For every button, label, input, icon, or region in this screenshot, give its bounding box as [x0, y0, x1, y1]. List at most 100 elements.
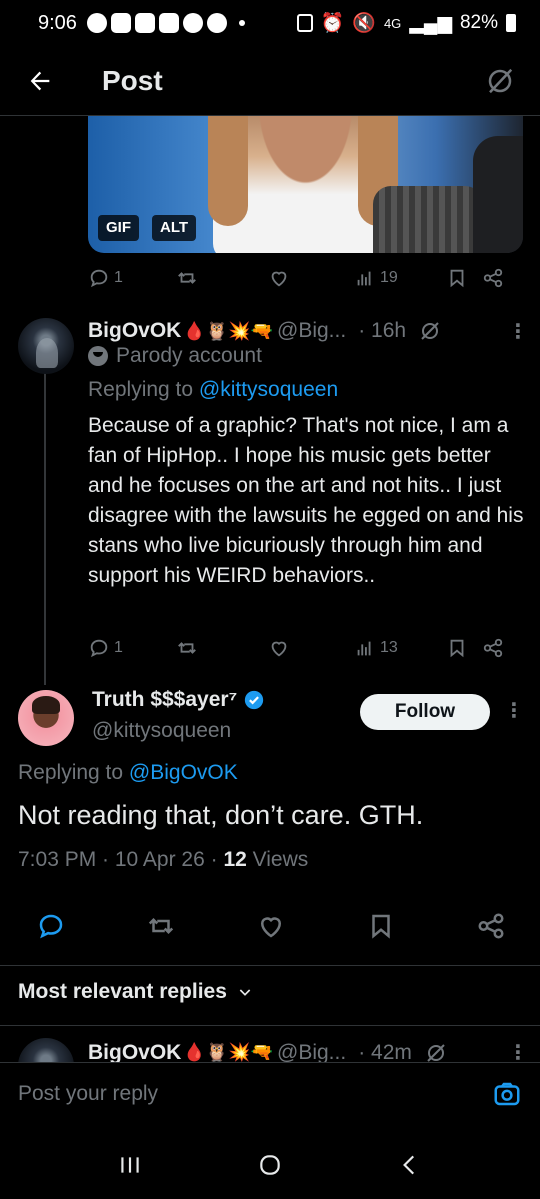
mention-link[interactable]: @BigOvOK: [129, 761, 238, 784]
mention-link[interactable]: @kittysoqueen: [199, 378, 338, 401]
alarm-icon: ⏰: [320, 13, 345, 34]
sort-replies-button[interactable]: Most relevant replies: [18, 980, 253, 1004]
next-reply-header: BigOvOK 🩸🦉💥🔫 @Big... · 42m ⋮: [88, 1040, 528, 1063]
heart-icon[interactable]: [256, 911, 286, 941]
media-hair: [208, 116, 248, 226]
grok-icon: [488, 68, 513, 93]
views-button[interactable]: 13: [354, 637, 446, 659]
back-nav-button[interactable]: [390, 1145, 430, 1185]
discord-icon: [110, 13, 131, 33]
post-timestamp[interactable]: 7:03 PM · 10 Apr 26 ·: [18, 848, 223, 871]
reply-button[interactable]: 1: [88, 267, 176, 289]
more-options-icon[interactable]: ⋮: [508, 1040, 528, 1062]
reply-text: Because of a graphic? That's not nice, I…: [88, 414, 524, 587]
repost-button[interactable]: [176, 267, 268, 289]
sort-replies-label: Most relevant replies: [18, 980, 227, 1003]
reply-icon: [90, 269, 108, 288]
network-label: 4G: [383, 15, 402, 31]
bookmark-button[interactable]: [446, 267, 482, 289]
more-notifications-dot: [238, 20, 245, 26]
reply-actions: 1 13: [88, 633, 518, 663]
chevron-down-icon: [239, 989, 251, 996]
bookmark-icon[interactable]: [366, 911, 396, 941]
author-name[interactable]: BigOvOK: [88, 1041, 181, 1063]
signal-icon: ▂▄▆: [409, 12, 452, 34]
more-options-icon[interactable]: ⋮: [508, 319, 528, 344]
grok-icon[interactable]: [418, 319, 442, 343]
bookmark-button[interactable]: [446, 637, 482, 659]
chevron-left-icon: [403, 1155, 415, 1174]
grok-button[interactable]: [480, 61, 520, 101]
author-name[interactable]: BigOvOK: [88, 319, 181, 343]
nfc-icon: [296, 14, 313, 32]
parody-mask-icon: [88, 346, 108, 366]
share-icon: [483, 638, 503, 658]
media-person-2: [473, 136, 523, 253]
post-time: · 42m: [358, 1040, 412, 1063]
reply-input[interactable]: [18, 1081, 492, 1106]
avatar[interactable]: [18, 318, 74, 374]
recent-apps-button[interactable]: [110, 1145, 150, 1185]
avatar[interactable]: [18, 690, 74, 746]
share-button[interactable]: [482, 637, 504, 659]
repost-icon: [178, 272, 196, 284]
replying-to: Replying to @BigOvOK: [18, 761, 238, 785]
home-icon: [260, 1154, 280, 1175]
author-emojis: 🩸🦉💥🔫: [183, 320, 273, 341]
follow-button[interactable]: Follow: [360, 694, 490, 730]
header: Post: [0, 46, 540, 116]
reply-button[interactable]: 1: [88, 637, 176, 659]
author-emojis: 🩸🦉💥🔫: [183, 1042, 273, 1062]
author-handle[interactable]: @Big...: [277, 319, 346, 343]
main-author-row: Truth $$$ayer⁷: [92, 688, 265, 712]
like-button[interactable]: [268, 267, 354, 289]
like-button[interactable]: [268, 637, 354, 659]
post-meta: 7:03 PM · 10 Apr 26 · 12 Views: [18, 848, 308, 872]
main-post-text: Not reading that, don’t care. GTH.: [18, 800, 424, 830]
replying-prefix: Replying to: [18, 761, 129, 784]
heart-icon: [271, 271, 287, 287]
author-handle[interactable]: @Big...: [277, 1041, 346, 1063]
divider: [0, 965, 540, 966]
grok-icon[interactable]: [424, 1041, 448, 1063]
page-title: Post: [102, 64, 163, 96]
share-button[interactable]: [482, 267, 504, 289]
author-name[interactable]: Truth $$$ayer⁷: [92, 688, 237, 712]
reply-header: BigOvOK 🩸🦉💥🔫 @Big... · 16h ⋮: [88, 318, 528, 344]
views-label: Views: [246, 848, 309, 871]
replying-to: Replying to @kittysoqueen: [88, 378, 338, 402]
reply-count: 1: [114, 639, 123, 656]
status-time: 9:06: [38, 11, 77, 34]
home-button[interactable]: [250, 1145, 290, 1185]
status-bar: 9:06 ⏰ 🔇 4G ▂▄▆ 82%: [0, 0, 540, 46]
messenger-icon: [182, 13, 203, 33]
bookmark-icon: [450, 639, 464, 658]
views-button[interactable]: 19: [354, 267, 446, 289]
thread-line: [44, 373, 46, 685]
views-count: 13: [380, 639, 398, 656]
back-button[interactable]: [20, 61, 60, 101]
views-icon: [357, 641, 371, 656]
reply-icon[interactable]: [36, 911, 66, 941]
system-nav-bar: [0, 1130, 540, 1199]
repost-button[interactable]: [176, 637, 268, 659]
post-media-gif[interactable]: GIF ALT: [88, 116, 523, 253]
media-chair: [373, 186, 483, 253]
share-icon[interactable]: [476, 911, 506, 941]
battery-icon: [506, 14, 516, 32]
repost-icon: [178, 642, 196, 654]
more-options-icon[interactable]: ⋮: [504, 698, 524, 723]
battery-percent: 82%: [459, 12, 498, 33]
mute-icon: 🔇: [352, 13, 376, 34]
notification-n-icon: [134, 13, 155, 33]
author-handle[interactable]: @kittysoqueen: [92, 719, 231, 743]
repost-icon[interactable]: [146, 911, 176, 941]
alt-badge[interactable]: ALT: [152, 215, 197, 241]
next-reply-preview: BigOvOK 🩸🦉💥🔫 @Big... · 42m ⋮: [0, 1026, 540, 1063]
notification-n-icon: [158, 13, 179, 33]
arrow-left-icon: [30, 71, 50, 90]
main-post-actions: [36, 906, 506, 946]
reply-count: 1: [114, 269, 123, 286]
recent-apps-icon: [121, 1156, 139, 1173]
camera-icon[interactable]: [492, 1079, 522, 1109]
